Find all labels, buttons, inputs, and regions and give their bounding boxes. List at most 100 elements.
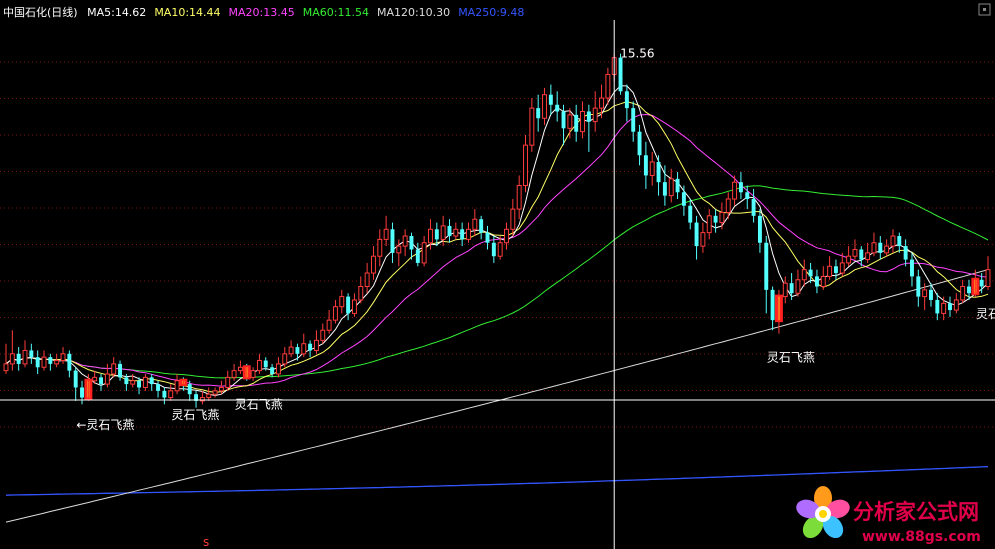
candle-body (941, 302, 947, 314)
ma-legend-item: MA10:14.44 (154, 6, 220, 19)
candle-body (592, 107, 598, 123)
candle-body (428, 228, 433, 244)
candle-body (9, 353, 15, 365)
candle-body (782, 282, 788, 298)
candle-body (631, 108, 636, 132)
candle-body (510, 208, 516, 230)
candle-body (22, 349, 28, 365)
signal-label: 灵石飞燕 (976, 307, 995, 321)
candle-body (719, 211, 725, 224)
candle-body (953, 299, 959, 311)
ma-legend-item: MA120:10.30 (377, 6, 450, 19)
candle-body (282, 353, 288, 365)
candle-body (599, 97, 604, 109)
candle-body (770, 289, 775, 321)
candle-body (637, 131, 642, 156)
candle-body (54, 360, 60, 365)
candle-body (162, 390, 167, 398)
candle-body (567, 114, 573, 129)
candle-body (681, 192, 686, 206)
candle-body (187, 384, 192, 395)
candle-body (295, 347, 300, 354)
candle-body (605, 73, 611, 99)
candle-body (967, 286, 971, 294)
candle-body (409, 236, 414, 250)
candle-body (548, 94, 553, 105)
candle-body (808, 269, 813, 277)
candle-body (92, 376, 98, 382)
candle-body (897, 236, 902, 247)
candle-body (250, 370, 256, 378)
candle-body (795, 279, 801, 294)
candle-body (237, 366, 243, 372)
candle-body (929, 289, 933, 300)
candle-body (231, 370, 237, 378)
candle-body (643, 155, 648, 176)
candle-body (396, 245, 402, 254)
candle-body (574, 114, 579, 132)
candle-body (351, 299, 357, 314)
candle-body (561, 111, 566, 129)
candle-body (649, 161, 655, 176)
candle-body (206, 393, 212, 399)
candle-body (839, 262, 845, 274)
candle-body (529, 107, 535, 146)
candle-body (485, 232, 490, 243)
candle-body (751, 199, 756, 216)
candle-body (979, 279, 984, 287)
candle-body (491, 242, 496, 257)
candle-body (871, 242, 877, 254)
candle-body (434, 229, 439, 240)
candle-body (339, 296, 345, 308)
candle-body (910, 259, 914, 277)
candle-body (104, 373, 110, 385)
candle-body (878, 242, 883, 253)
candle-body (985, 269, 991, 287)
candle-body (662, 182, 667, 196)
candle-body (320, 329, 326, 341)
candle-body (668, 178, 674, 197)
candle-body (332, 306, 338, 321)
candle-body (472, 218, 478, 230)
candle-body (745, 192, 750, 199)
watermark-text: 分析家公式网 (853, 500, 979, 524)
candle-body (466, 228, 471, 240)
candle-body (624, 91, 629, 109)
candle-body (288, 346, 294, 355)
candle-body (536, 108, 541, 119)
signal-label: 灵石飞燕 (171, 408, 219, 422)
candle-body (586, 111, 591, 122)
candle-body (346, 296, 351, 314)
candle-body (130, 380, 136, 385)
candle-body (948, 303, 952, 311)
candle-body (364, 272, 370, 287)
candle-body (694, 222, 699, 247)
candle-body (814, 276, 819, 287)
candle-body (383, 228, 389, 240)
candle-body (732, 181, 738, 200)
candle-body (16, 353, 21, 364)
candle-body (308, 343, 313, 351)
candle-body (440, 225, 446, 240)
candle-body (688, 205, 693, 223)
candle-body (263, 360, 268, 368)
candle-body (270, 367, 275, 374)
candle-body (313, 339, 319, 351)
candle-body (225, 376, 231, 388)
candle-body (256, 360, 262, 372)
candle-body (738, 182, 743, 193)
candle-body (555, 104, 560, 112)
candle-body (789, 283, 794, 294)
candle-body (218, 386, 224, 392)
candle-body (212, 390, 218, 395)
candle-body (377, 238, 383, 257)
signal-label: ←灵石飞燕 (76, 418, 134, 432)
candle-body (48, 357, 53, 364)
candle-body (820, 275, 826, 287)
candle-body (935, 299, 940, 314)
candlestick-chart: ←灵石飞燕灵石飞燕灵石飞燕灵石飞燕灵石飞燕 中国石化(日线) MA5:14.62… (0, 0, 995, 549)
candle-body (497, 242, 503, 257)
chart-background (0, 0, 995, 549)
candle-body (725, 198, 731, 213)
candle-body (884, 245, 890, 254)
